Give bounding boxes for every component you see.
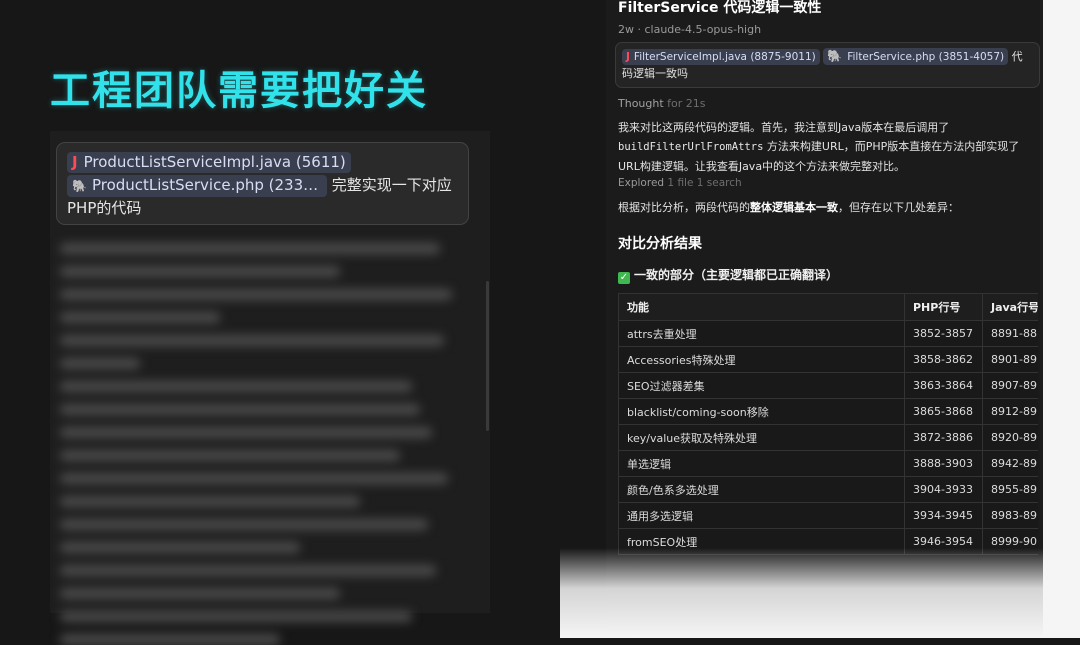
file-chip-java[interactable]: J FilterServiceImpl.java (8875-9011) (622, 49, 820, 65)
table-cell: 8901-89 (982, 346, 1038, 373)
file-chip-label: ProductListService.php (2337-25... (91, 176, 327, 194)
table-cell: 3863-3864 (904, 372, 983, 399)
page-background-fade (560, 548, 1080, 638)
inline-code: buildFilterUrlFromAttrs (618, 141, 764, 153)
table-cell: 3852-3857 (904, 320, 983, 347)
subsection-heading: ✓ 一致的部分（主要逻辑都已正确翻译） (618, 266, 838, 284)
file-chip-label: ProductListServiceImpl.java (5611) (83, 153, 346, 171)
table-cell: 3865-3868 (904, 398, 983, 425)
table-cell: Accessories特殊处理 (618, 346, 905, 373)
table-row: 颜色/色系多选处理 3904-3933 8955-89 (618, 476, 1038, 503)
file-chip-label: FilterService.php (3851-4057) (847, 51, 1005, 63)
subsection-text: 一致的部分（主要逻辑都已正确翻译） (634, 268, 839, 282)
scrollbar[interactable] (486, 281, 489, 431)
php-elephant-icon: 🐘 (72, 179, 87, 193)
table-row: 通用多选逻辑 3934-3945 8983-89 (618, 502, 1038, 529)
file-chip-java[interactable]: J ProductListServiceImpl.java (5611) (67, 152, 351, 173)
table-row: key/value获取及特殊处理 3872-3886 8920-89 (618, 424, 1038, 451)
table-cell: 8907-89 (982, 372, 1038, 399)
table-row: Accessories特殊处理 3858-3862 8901-89 (618, 346, 1038, 373)
table-cell: 单选逻辑 (618, 450, 905, 477)
explored-label: Explored (618, 177, 665, 189)
table-header-row: 功能 PHP行号 Java行号 (618, 293, 1038, 321)
table-cell: 3904-3933 (904, 476, 983, 503)
table-cell: blacklist/coming-soon移除 (618, 398, 905, 425)
check-box-icon: ✓ (618, 272, 630, 284)
conversation-meta: 2w · claude-4.5-opus-high (618, 23, 762, 36)
php-elephant-icon: 🐘 (827, 49, 843, 63)
table-row: attrs去重处理 3852-3857 8891-88 (618, 320, 1038, 347)
file-chip-php[interactable]: 🐘 FilterService.php (3851-4057) (823, 48, 1009, 65)
table-cell: 通用多选逻辑 (618, 502, 905, 529)
para-text: 我来对比这两段代码的逻辑。首先，我注意到Java版本在最后调用了 (618, 121, 950, 134)
response-paragraph: 我来对比这两段代码的逻辑。首先，我注意到Java版本在最后调用了 buildFi… (618, 118, 1033, 176)
table-row: SEO过滤器差集 3863-3864 8907-89 (618, 372, 1038, 399)
table-cell: 颜色/色系多选处理 (618, 476, 905, 503)
page-background-strip (1043, 0, 1080, 638)
java-file-icon: J (626, 51, 630, 63)
explored-detail: 1 file 1 search (667, 177, 742, 189)
table-cell: 8942-89 (982, 450, 1038, 477)
headline: 工程团队需要把好关 (50, 68, 428, 114)
right-chat-panel: FilterService 代码逻辑一致性 2w · claude-4.5-op… (606, 0, 1043, 638)
file-chip-php[interactable]: 🐘 ProductListService.php (2337-25... (67, 175, 327, 197)
para-bold: 整体逻辑基本一致 (750, 201, 838, 214)
conversation-title: FilterService 代码逻辑一致性 (618, 0, 822, 16)
thought-toggle[interactable]: Thought for 21s (618, 97, 706, 110)
thought-time: for 21s (667, 97, 706, 110)
para-text: ，但存在以下几处差异： (838, 201, 959, 214)
column-header: PHP行号 (904, 293, 983, 321)
prompt-bubble[interactable]: J ProductListServiceImpl.java (5611) 🐘 Pro… (56, 142, 469, 225)
table-cell: SEO过滤器差集 (618, 372, 905, 399)
user-message-box[interactable]: J FilterServiceImpl.java (8875-9011) 🐘 Fil… (615, 42, 1040, 88)
table-cell: 8891-88 (982, 320, 1038, 347)
table-cell: attrs去重处理 (618, 320, 905, 347)
table-cell: 8920-89 (982, 424, 1038, 451)
thought-label: Thought (618, 97, 664, 110)
column-header: 功能 (618, 293, 905, 321)
comparison-table: 功能 PHP行号 Java行号 attrs去重处理 3852-3857 8891-8… (618, 293, 1038, 555)
table-cell: 3888-3903 (904, 450, 983, 477)
table-cell: 3934-3945 (904, 502, 983, 529)
section-heading: 对比分析结果 (618, 236, 702, 252)
table-row: blacklist/coming-soon移除 3865-3868 8912-89 (618, 398, 1038, 425)
table-cell: 8912-89 (982, 398, 1038, 425)
explored-toggle[interactable]: Explored 1 file 1 search (618, 177, 742, 189)
summary-paragraph: 根据对比分析，两段代码的整体逻辑基本一致，但存在以下几处差异： (618, 199, 959, 215)
table-cell: 3872-3886 (904, 424, 983, 451)
blurred-response (60, 243, 460, 645)
left-chat-panel: J ProductListServiceImpl.java (5611) 🐘 Pro… (50, 131, 490, 645)
java-file-icon: J (72, 153, 78, 171)
table-row: 单选逻辑 3888-3903 8942-89 (618, 450, 1038, 477)
table-cell: 8955-89 (982, 476, 1038, 503)
column-header: Java行号 (982, 293, 1038, 321)
para-text: 根据对比分析，两段代码的 (618, 201, 750, 214)
table-cell: 8983-89 (982, 502, 1038, 529)
file-chip-label: FilterServiceImpl.java (8875-9011) (633, 51, 816, 63)
table-cell: key/value获取及特殊处理 (618, 424, 905, 451)
table-cell: 3858-3862 (904, 346, 983, 373)
